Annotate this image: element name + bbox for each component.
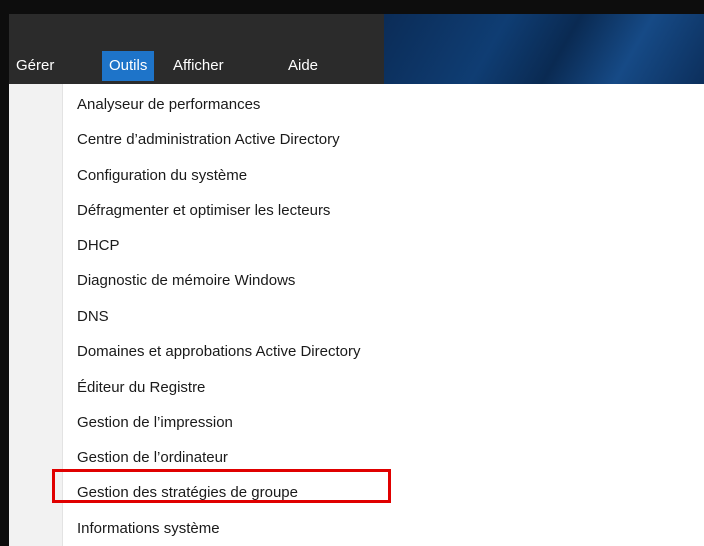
menu-aide[interactable]: Aide [281, 51, 325, 81]
menu-gerer[interactable]: Gérer [9, 51, 61, 81]
menu-item-diagnostic-memoire[interactable]: Diagnostic de mémoire Windows [77, 269, 295, 293]
menu-item-centre-admin-ad[interactable]: Centre d’administration Active Directory [77, 128, 340, 152]
highlight-annotation [52, 469, 391, 503]
menu-item-analyseur-performances[interactable]: Analyseur de performances [77, 93, 260, 117]
tools-dropdown-menu: Analyseur de performances Centre d’admin… [9, 84, 704, 546]
menu-item-gestion-ordinateur[interactable]: Gestion de l’ordinateur [77, 446, 228, 470]
menu-item-dns[interactable]: DNS [77, 305, 109, 329]
menu-outils[interactable]: Outils [102, 51, 155, 81]
window-frame-top [0, 0, 704, 14]
menu-item-defragmenter[interactable]: Défragmenter et optimiser les lecteurs [77, 199, 330, 223]
menu-item-informations-systeme[interactable]: Informations système [77, 517, 220, 541]
menu-item-editeur-registre[interactable]: Éditeur du Registre [77, 376, 205, 400]
window-frame-left [0, 0, 9, 546]
menu-bar: Gérer Outils Afficher Aide [9, 14, 704, 84]
menu-item-configuration-systeme[interactable]: Configuration du système [77, 164, 247, 188]
menu-item-domaines-approbations[interactable]: Domaines et approbations Active Director… [77, 340, 360, 364]
menu-item-dhcp[interactable]: DHCP [77, 234, 120, 258]
menu-afficher[interactable]: Afficher [166, 51, 231, 81]
menu-item-gestion-impression[interactable]: Gestion de l’impression [77, 411, 233, 435]
desktop-background [384, 14, 704, 84]
